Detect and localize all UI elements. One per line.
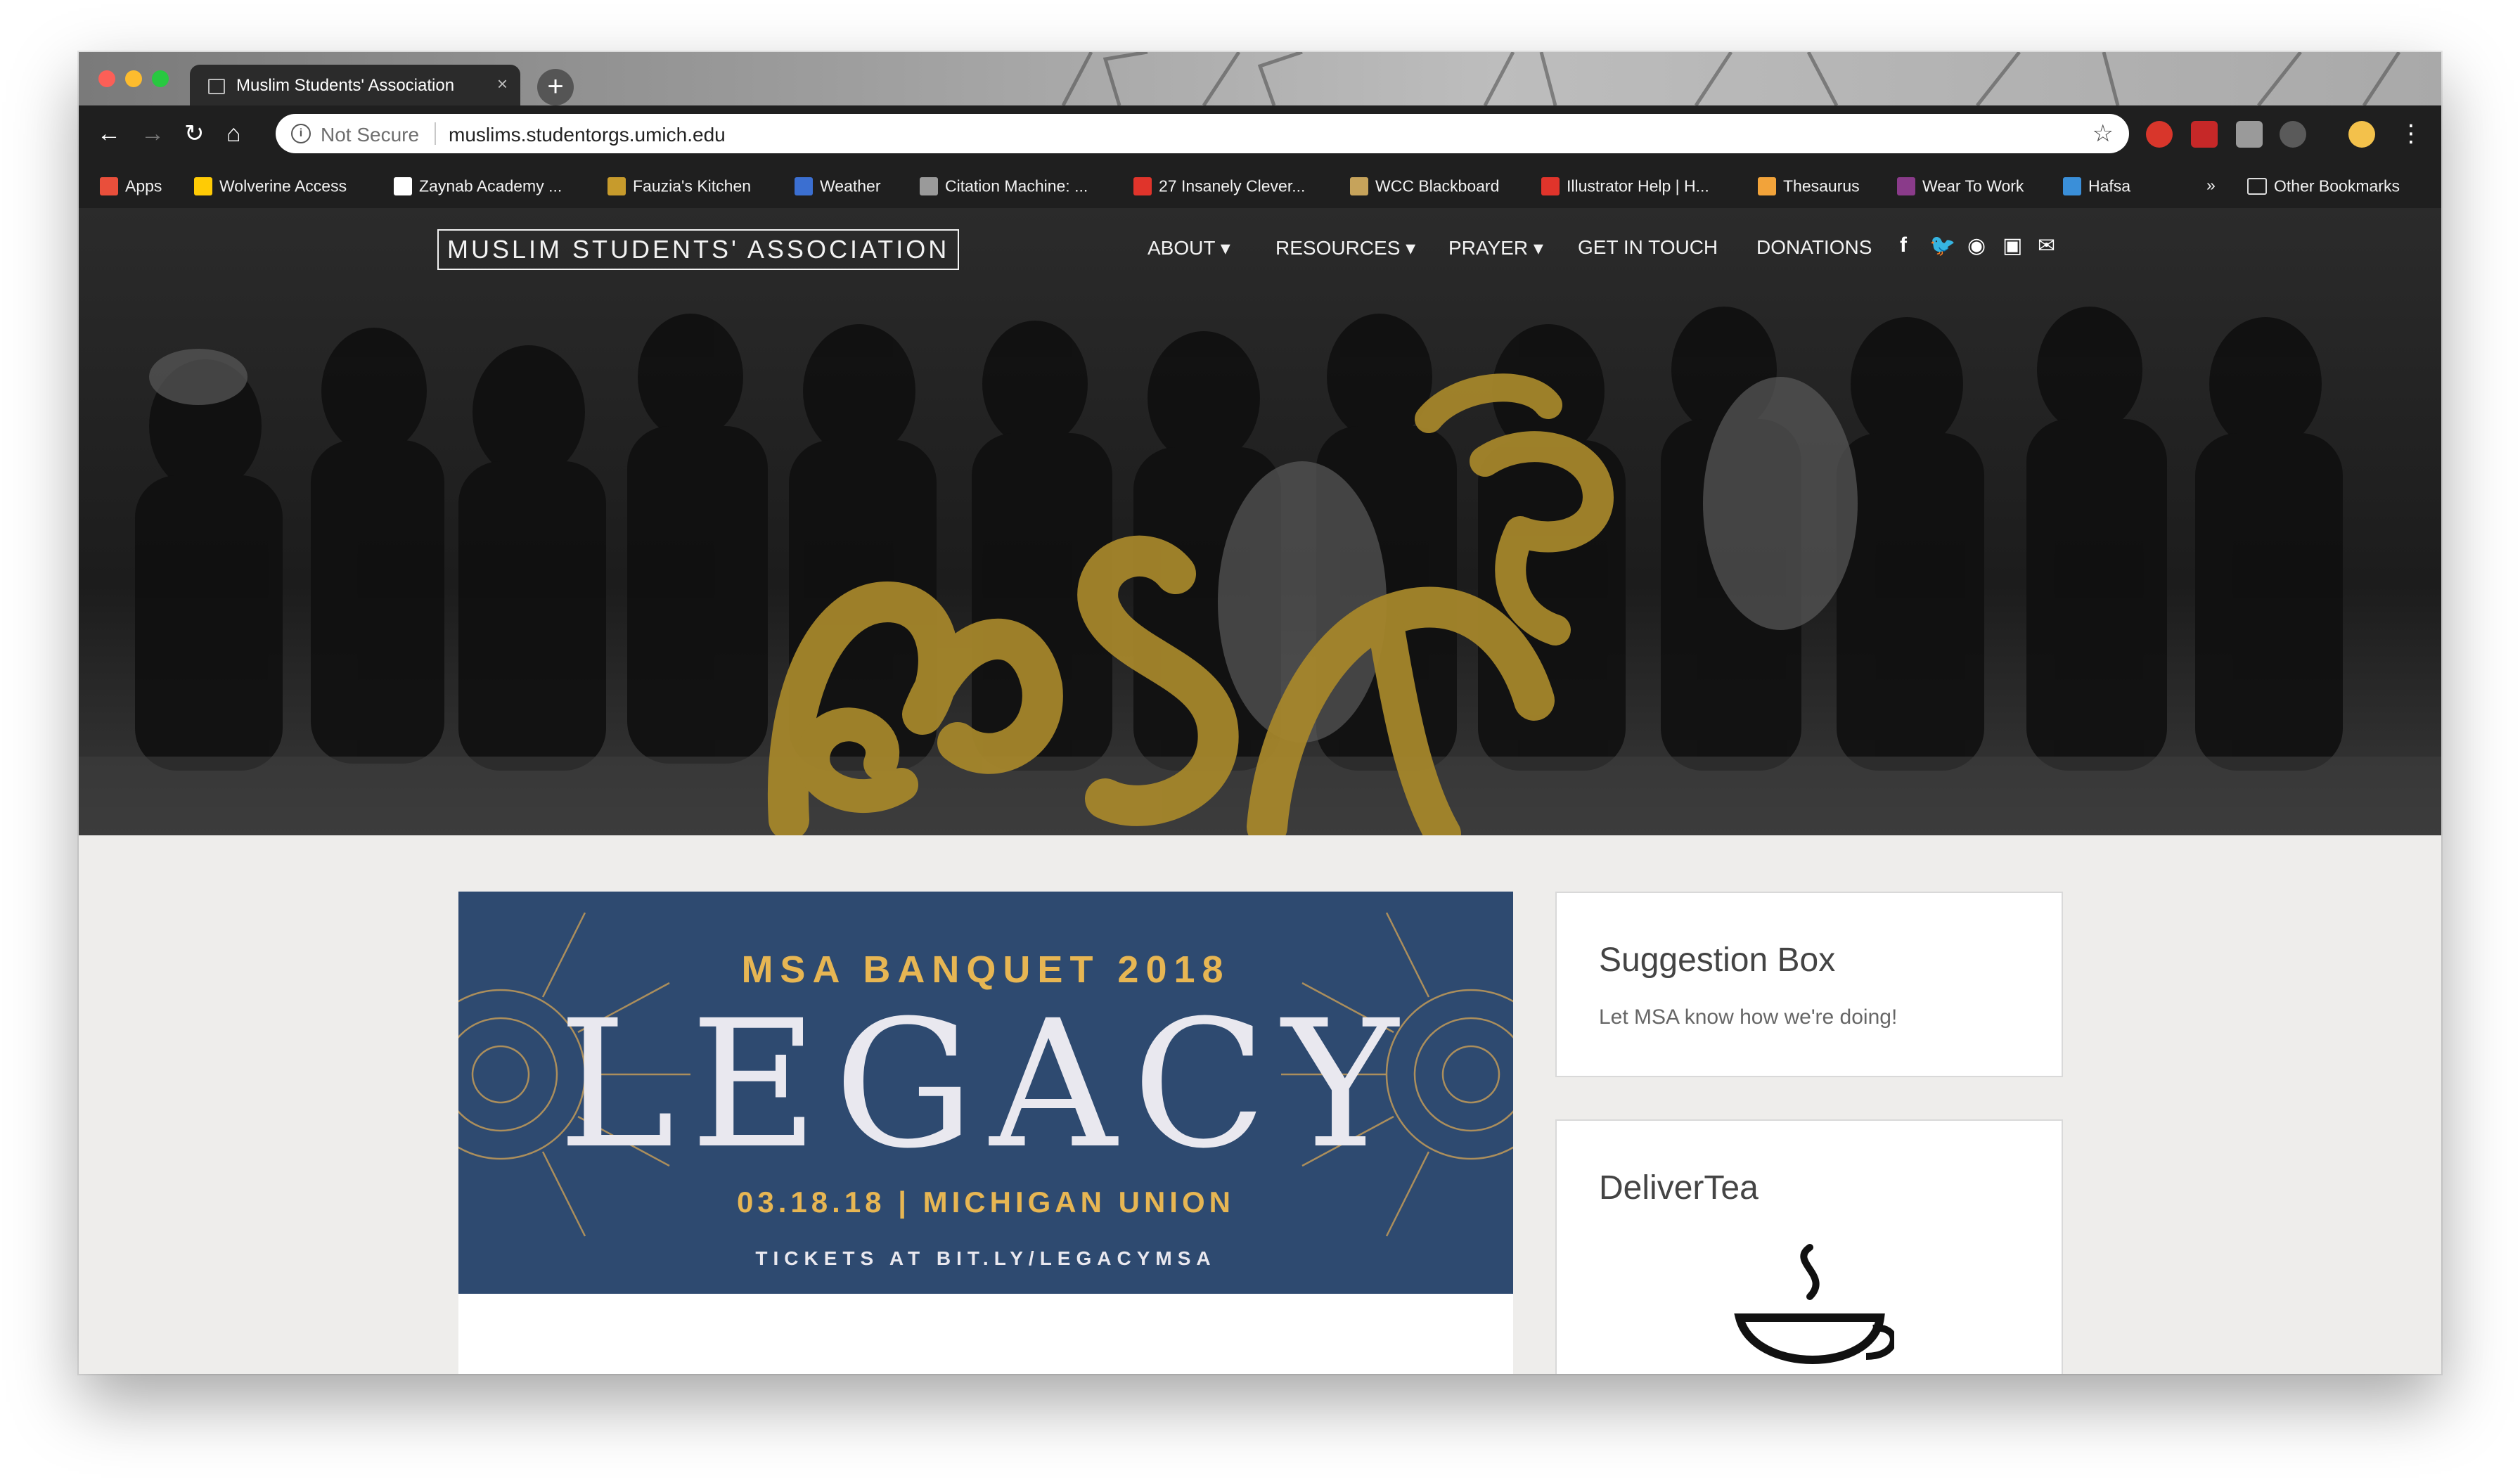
bookmark-item[interactable]: Fauzia's Kitchen [608,176,751,195]
hero-banner: MUSLIM STUDENTS' ASSOCIATION ABOUT ▾ RES… [79,208,2441,835]
bookmark-item[interactable]: Wolverine Access [194,176,347,195]
nav-donations[interactable]: DONATIONS [1756,236,1872,259]
umich-icon [194,176,212,195]
medium-icon [394,176,412,195]
hafsa-icon [2063,176,2081,195]
bookmark-label: Weather [820,176,881,195]
featured-post: MSA BANQUET 2018 LEGACY 03.18.18 | MICHI… [458,892,1513,1374]
bookmark-item[interactable]: Citation Machine: ... [920,176,1088,195]
tab-active[interactable]: Muslim Students' Association × [190,65,520,105]
tab-title: Muslim Students' Association [236,76,455,95]
bookmark-item[interactable]: Apps [100,176,162,195]
other-bookmarks[interactable]: Other Bookmarks [2247,176,2400,195]
home-icon[interactable]: ⌂ [226,120,241,148]
bookmark-label: 27 Insanely Clever... [1159,176,1306,195]
address-bar[interactable]: i Not Secure muslims.studentorgs.umich.e… [276,114,2129,153]
widget-title: DeliverTea [1599,1169,1759,1207]
browser-window: Muslim Students' Association × + ← → ↻ ⌂… [79,52,2441,1374]
wear-to-work-icon [1897,176,1915,195]
new-tab-button[interactable]: + [537,69,574,105]
buzzfeed-icon [1133,176,1152,195]
bookmark-item[interactable]: WCC Blackboard [1350,176,1499,195]
nav-get-in-touch[interactable]: GET IN TOUCH [1578,236,1718,259]
bookmarks-overflow-button[interactable]: » [2206,176,2216,195]
banner-title: LEGACY [558,982,1414,1187]
folder-icon [2247,177,2267,195]
tab-strip: Muslim Students' Association × + [79,52,2441,105]
site-brand-logo[interactable]: MUSLIM STUDENTS' ASSOCIATION [437,229,960,270]
email-icon[interactable]: ✉ [2038,233,2055,258]
bookmark-item[interactable]: Thesaurus [1758,176,1860,195]
extension-opera-icon[interactable] [2146,121,2173,148]
bookmark-item[interactable]: Hafsa [2063,176,2130,195]
kitchen-icon [608,176,626,195]
widget-title[interactable]: Suggestion Box [1599,941,1835,979]
info-icon[interactable]: i [291,124,311,143]
blackboard-icon [1350,176,1368,195]
bookmark-item[interactable]: Weather [795,176,881,195]
bookmark-label: Citation Machine: ... [945,176,1088,195]
forward-arrow-icon[interactable]: → [141,120,165,148]
banquet-banner-image[interactable]: MSA BANQUET 2018 LEGACY 03.18.18 | MICHI… [458,892,1513,1294]
delivertea-widget[interactable]: DeliverTea [1555,1119,2063,1374]
adobe-icon [1541,176,1560,195]
bookmark-item[interactable]: Wear To Work [1897,176,2024,195]
twitter-icon[interactable]: 🐦 [1929,233,1955,258]
extension-translate-icon[interactable] [2236,121,2263,148]
tea-cup-icon[interactable] [1725,1233,1894,1374]
apps-grid-icon [100,176,118,195]
nav-about[interactable]: ABOUT ▾ [1148,236,1230,259]
hero-background-photo [79,208,2441,835]
bookmark-star-icon[interactable]: ☆ [2092,120,2114,148]
bookmark-item[interactable]: Zaynab Academy ... [394,176,562,195]
flickr-icon[interactable]: ◉ [1967,233,1986,258]
nav-prayer[interactable]: PRAYER ▾ [1448,236,1543,259]
close-window-button[interactable] [98,70,115,87]
bookmark-label: Zaynab Academy ... [419,176,562,195]
browser-toolbar: ← → ↻ ⌂ i Not Secure muslims.studentorgs… [79,105,2441,165]
bookmark-label: Apps [125,176,162,195]
bookmark-item[interactable]: 27 Insanely Clever... [1133,176,1305,195]
banner-date: 03.18.18 | MICHIGAN UNION [737,1185,1235,1219]
bookmark-label: Wear To Work [1922,176,2024,195]
bookmark-label: Hafsa [2088,176,2131,195]
instagram-icon[interactable]: ▣ [2002,233,2022,258]
page-favicon-icon [208,79,225,94]
security-indicator[interactable]: Not Secure [321,124,419,146]
bookmark-label: Thesaurus [1783,176,1860,195]
reload-icon[interactable]: ↻ [184,120,205,148]
extension-grey-icon[interactable] [2280,121,2306,148]
bookmark-label: Fauzia's Kitchen [633,176,752,195]
minimize-window-button[interactable] [125,70,142,87]
url-text[interactable]: muslims.studentorgs.umich.edu [449,124,726,146]
bookmark-label: Wolverine Access [219,176,347,195]
tab-close-icon[interactable]: × [497,73,508,95]
citation-icon [920,176,938,195]
maximize-window-button[interactable] [152,70,169,87]
bookmark-label: Illustrator Help | H... [1567,176,1709,195]
suggestion-box-widget[interactable]: Suggestion Box Let MSA know how we're do… [1555,892,2063,1077]
extension-adblock-icon[interactable] [2191,121,2218,148]
weather-icon [795,176,813,195]
back-arrow-icon[interactable]: ← [97,120,121,148]
address-separator [435,122,436,145]
profile-avatar-icon[interactable] [2348,121,2375,148]
bookmark-label: WCC Blackboard [1375,176,1500,195]
nav-resources[interactable]: RESOURCES ▾ [1275,236,1415,259]
widget-text: Let MSA know how we're doing! [1599,1005,1898,1029]
bookmark-item[interactable]: Illustrator Help | H... [1541,176,1709,195]
banner-tickets: TICKETS AT BIT.LY/LEGACYMSA [755,1247,1216,1269]
thesaurus-icon [1758,176,1776,195]
main-content: MSA BANQUET 2018 LEGACY 03.18.18 | MICHI… [79,835,2441,1374]
facebook-icon[interactable]: f [1900,233,1907,257]
other-bookmarks-label: Other Bookmarks [2274,176,2400,195]
menu-kebab-icon[interactable]: ⋮ [2399,120,2423,148]
bookmarks-bar: Apps Wolverine Access Zaynab Academy ...… [79,165,2441,208]
